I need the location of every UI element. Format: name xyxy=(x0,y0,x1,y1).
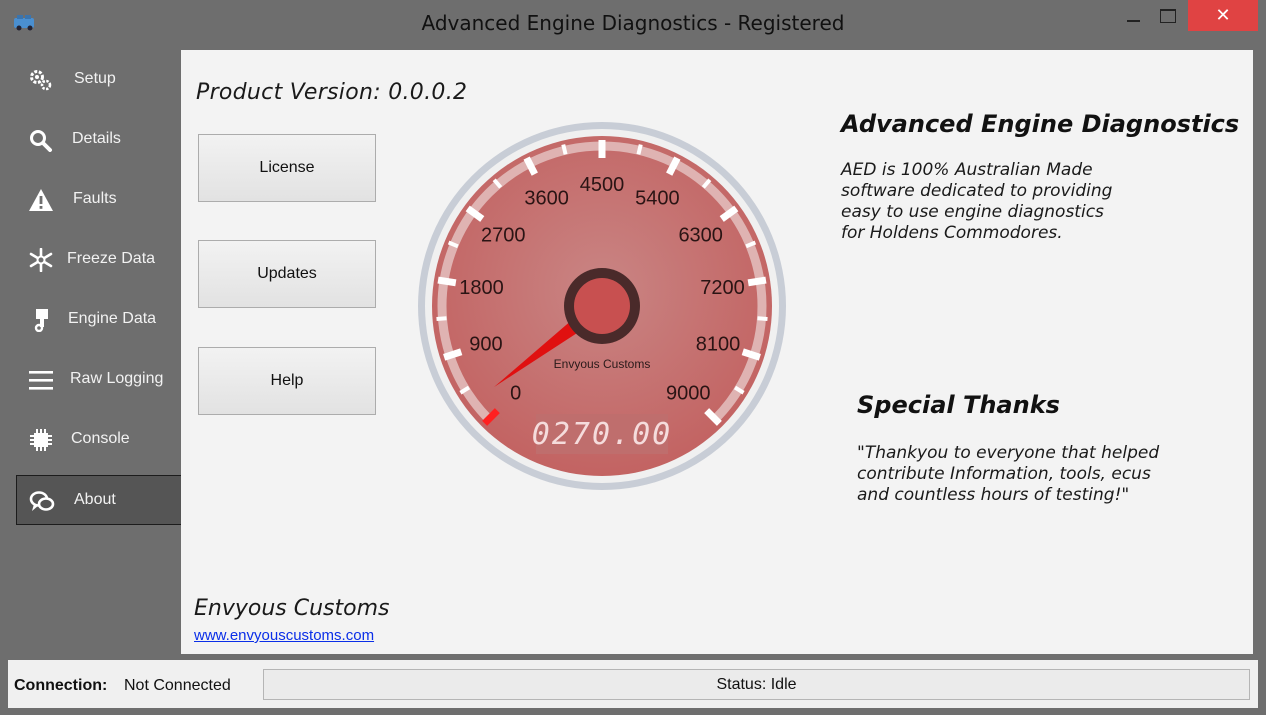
title-bar: Advanced Engine Diagnostics - Registered… xyxy=(0,0,1266,48)
gauge-tick-label: 6300 xyxy=(678,224,723,246)
minimize-button[interactable] xyxy=(1116,0,1150,32)
sidebar-item-about[interactable]: About xyxy=(16,475,182,525)
gauge-major-tick xyxy=(747,276,767,287)
help-button[interactable]: Help xyxy=(198,347,376,415)
sidebar-item-details[interactable]: Details xyxy=(16,115,182,165)
special-thanks-line: contribute Information, tools, ecus xyxy=(857,464,1151,484)
website-link[interactable]: www.envyouscustoms.com xyxy=(194,627,374,644)
close-button[interactable]: ✕ xyxy=(1188,0,1258,31)
gauge-tick-label: 5400 xyxy=(635,187,680,209)
magnifier-icon xyxy=(30,130,52,152)
chat-icon xyxy=(29,491,55,511)
gauge-major-tick xyxy=(437,276,457,287)
sidebar-item-console[interactable]: Console xyxy=(16,415,182,465)
gauge-tick-label: 0 xyxy=(510,382,521,404)
sidebar-item-label: Console xyxy=(71,430,130,447)
special-thanks-line: and countless hours of testing!" xyxy=(857,485,1130,505)
gauge-minor-tick xyxy=(636,144,643,155)
gauge-tick-label: 1800 xyxy=(459,277,504,299)
gauge-brand: Envyous Customs xyxy=(554,357,651,371)
updates-button[interactable]: Updates xyxy=(198,240,376,308)
gauge-minor-tick xyxy=(757,316,768,322)
sidebar-item-label: Freeze Data xyxy=(67,250,156,267)
gauge-tick-label: 900 xyxy=(469,334,502,356)
sidebar-item-label: Engine Data xyxy=(68,310,157,327)
aed-description-line: easy to use engine diagnostics xyxy=(841,202,1104,222)
special-thanks-text: "Thankyou to everyone that helped contri… xyxy=(857,443,1202,506)
gauge-tick-label: 7200 xyxy=(700,277,745,299)
sidebar-item-raw-logging[interactable]: Raw Logging xyxy=(16,355,182,405)
product-version: Product Version: 0.0.0.2 xyxy=(196,80,468,105)
gauge-minor-tick xyxy=(436,316,447,322)
gauge-readout: 0270.00 xyxy=(532,417,672,452)
license-button[interactable]: License xyxy=(198,134,376,202)
sidebar-item-freeze-data[interactable]: Freeze Data xyxy=(16,235,182,285)
sidebar-item-faults[interactable]: Faults xyxy=(16,175,182,225)
chip-icon xyxy=(30,429,52,451)
gauge-tick-label: 4500 xyxy=(580,174,625,196)
warning-icon xyxy=(29,189,53,211)
connection-label: Connection: xyxy=(14,677,108,694)
sidebar-item-label: Raw Logging xyxy=(70,370,164,387)
company-name: Envyous Customs xyxy=(194,596,390,621)
sidebar-item-label: Setup xyxy=(74,70,116,87)
gauge-tick-label: 9000 xyxy=(666,382,711,404)
gauge-minor-tick xyxy=(561,144,568,155)
special-thanks-line: "Thankyou to everyone that helped xyxy=(857,443,1160,463)
gauge-tick-label: 8100 xyxy=(696,334,741,356)
gauge-tick-label: 3600 xyxy=(524,187,569,209)
status-text: Status: Idle xyxy=(263,669,1250,700)
rpm-gauge: 0 900 1800 2700 3600 4500 5400 6300 7200 8100 9000… xyxy=(418,122,786,490)
sidebar-nav: Setup Details Faults Freeze Data Engine … xyxy=(12,50,182,654)
aed-description: AED is 100% Australian Made software ded… xyxy=(841,160,1161,244)
close-icon: ✕ xyxy=(1215,5,1231,25)
aed-description-line: AED is 100% Australian Made xyxy=(841,160,1093,180)
gears-icon xyxy=(30,70,52,91)
gauge-tick-label: 2700 xyxy=(481,224,526,246)
aed-description-line: software dedicated to providing xyxy=(841,181,1113,201)
list-icon xyxy=(29,371,53,390)
sidebar-item-label: Faults xyxy=(73,190,117,207)
aed-description-line: for Holdens Commodores. xyxy=(841,223,1063,243)
aed-title: Advanced Engine Diagnostics xyxy=(841,110,1240,138)
snowflake-icon xyxy=(29,248,53,272)
status-bar: Connection: Not Connected Status: Idle xyxy=(8,660,1258,708)
special-thanks-title: Special Thanks xyxy=(857,391,1060,419)
sidebar-item-label: Details xyxy=(72,130,121,147)
connection-value: Not Connected xyxy=(124,677,231,694)
sidebar-item-label: About xyxy=(74,491,116,508)
sidebar-item-setup[interactable]: Setup xyxy=(16,55,182,105)
gauge-hub xyxy=(574,278,630,334)
about-panel: Product Version: 0.0.0.2 License Updates… xyxy=(181,50,1253,654)
piston-icon xyxy=(34,309,48,332)
sidebar-item-engine-data[interactable]: Engine Data xyxy=(16,295,182,345)
maximize-button[interactable] xyxy=(1150,0,1186,32)
window-title: Advanced Engine Diagnostics - Registered xyxy=(421,11,845,35)
